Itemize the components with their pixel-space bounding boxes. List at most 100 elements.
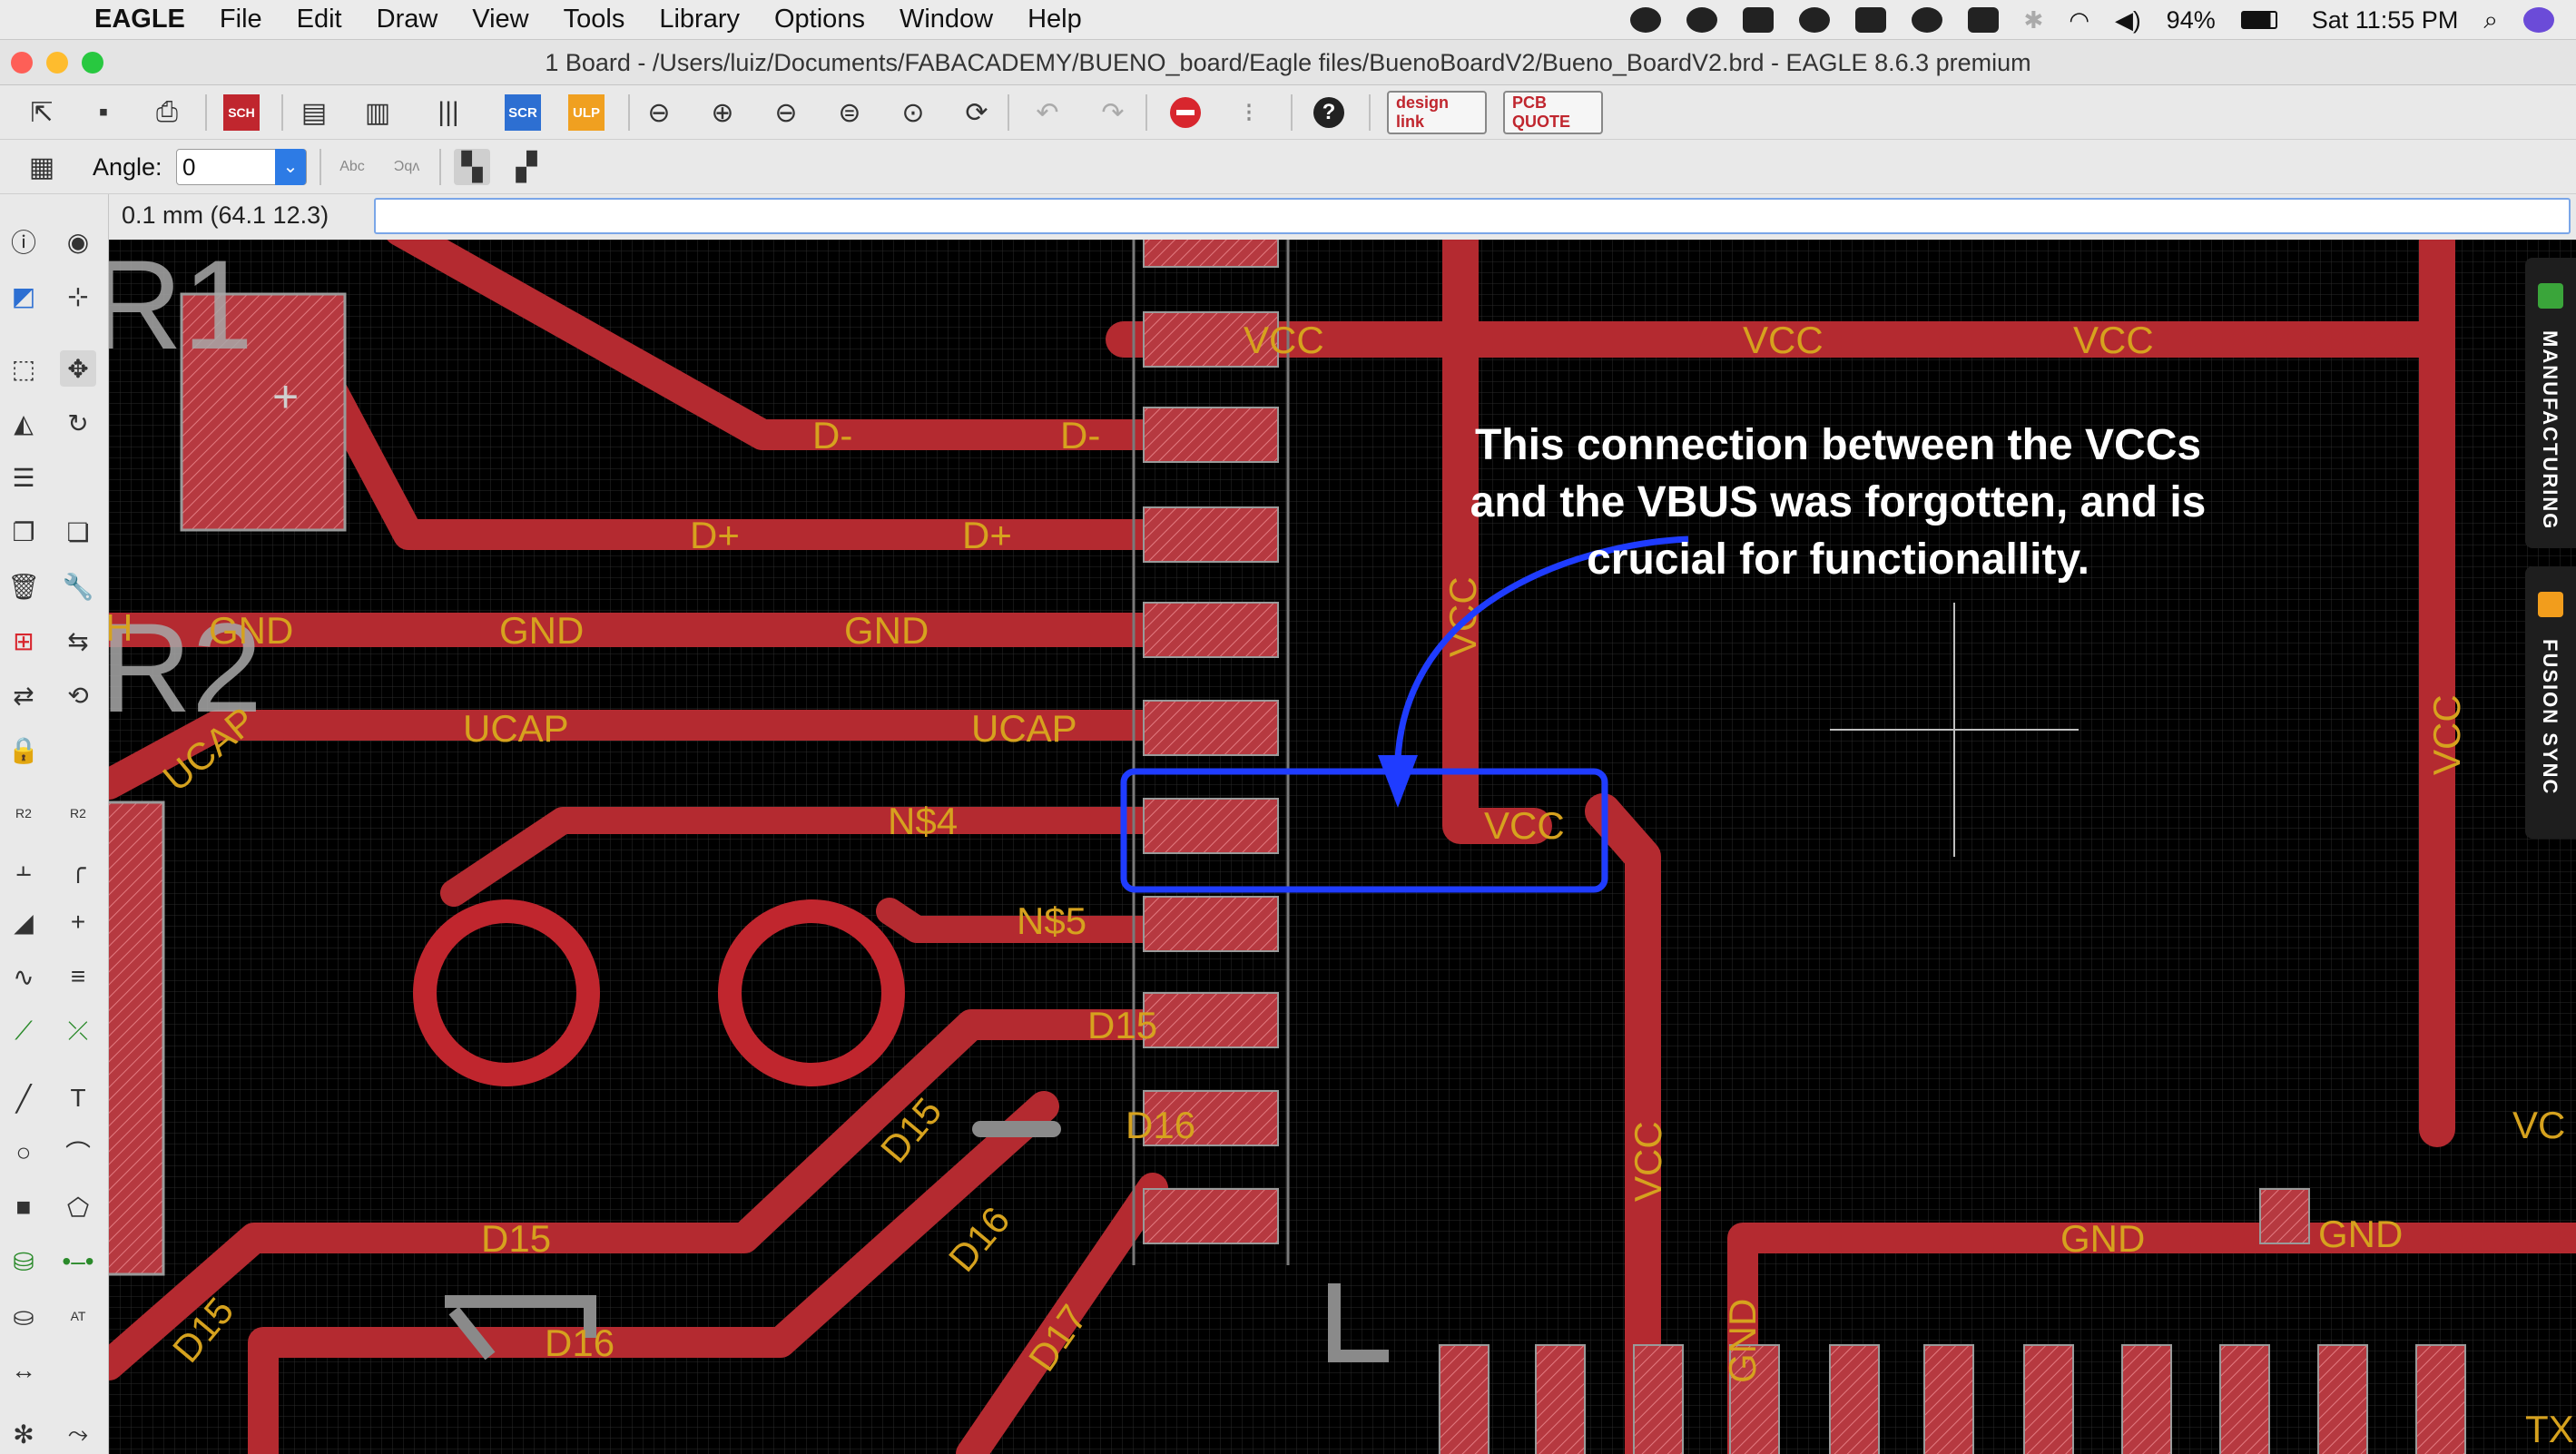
board-canvas[interactable]: R1 R2 + VCC VCC VCC D- D- D+ D+ GND GND … [109,240,2576,1454]
move-icon[interactable]: ✥ [60,350,96,387]
bottom-pad[interactable] [1633,1344,1684,1454]
ulp-icon[interactable]: ULP [568,94,605,131]
zoom-out-icon[interactable]: ⊖ [768,94,804,131]
bottom-pad[interactable] [1829,1344,1880,1454]
manufacturing-icon[interactable]: ▥ [359,94,396,131]
help-icon[interactable]: ? [1311,94,1347,131]
script-icon[interactable]: SCR [505,94,541,131]
select-icon[interactable]: ⬚ [5,350,42,387]
menu-view[interactable]: View [472,5,528,34]
route-icon[interactable]: + [60,904,96,940]
miter-icon[interactable]: ╭ [60,850,96,886]
copy-icon[interactable]: ❐ [5,514,42,550]
route-auto-icon[interactable]: ⟋ [5,1013,42,1049]
mark-icon[interactable]: ⊹ [60,278,96,314]
mirror-icon[interactable]: ◭ [5,405,42,441]
design-link-button[interactable]: design link [1387,91,1487,134]
menu-tools[interactable]: Tools [564,5,625,34]
display-layers-icon[interactable]: ◩ [5,278,42,314]
replace-icon[interactable]: ⇆ [60,623,96,659]
creative-cloud-icon[interactable] [1629,7,1661,33]
bottom-pad[interactable] [1535,1344,1586,1454]
layer-settings-icon[interactable]: ||| [430,94,467,131]
wire-icon[interactable]: ╱ [5,1080,42,1116]
ic-pad[interactable] [1143,992,1279,1048]
lock-rotate-icon[interactable]: ⟲ [60,677,96,713]
print-icon[interactable]: ⎙ [149,94,185,131]
signal-icon[interactable]: •–• [60,1243,96,1280]
text-mirror-flipped-icon[interactable]: Ɔqʌ [388,149,425,185]
menu-draw[interactable]: Draw [377,5,438,34]
grid-icon[interactable]: ▦ [24,149,60,185]
command-input[interactable] [374,198,2571,234]
screenshot-app-icon[interactable] [1967,7,1999,33]
show-icon[interactable]: ◉ [60,223,96,260]
layout-single-icon[interactable]: ▚ [454,149,490,185]
ratsnest-icon[interactable]: ✻ [5,1416,42,1452]
siri-icon[interactable] [2523,7,2554,33]
paste-icon[interactable]: ❏ [60,514,96,550]
info-icon[interactable]: ⓘ [5,223,42,260]
tab-fusion-sync[interactable]: FUSION SYNC [2525,566,2576,839]
board-drawing[interactable]: R1 R2 + VCC VCC VCC D- D- D+ D+ GND GND … [109,240,2576,1454]
ic-pad[interactable] [1143,407,1279,463]
angle-select[interactable]: 0 ⌄ [176,149,307,185]
save-icon[interactable]: ▪ [85,94,122,131]
split-icon[interactable]: ⫠ [5,850,42,886]
schematic-board-switch-icon[interactable]: SCH [223,94,260,131]
bottom-pad[interactable] [2415,1344,2466,1454]
cam-processor-icon[interactable]: ▤ [296,94,332,131]
bi-app-icon[interactable] [1742,7,1774,33]
menu-file[interactable]: File [220,5,262,34]
app-menu[interactable]: EAGLE [94,5,185,34]
battery-percentage[interactable]: 94% [2167,6,2216,34]
wifi-icon[interactable]: ◠ [2069,6,2089,34]
zoom-previous-icon[interactable]: ⊙ [895,94,931,131]
bluetooth-icon[interactable]: ✱ [2024,6,2044,34]
undo-icon[interactable]: ↶ [1029,94,1066,131]
tab-manufacturing[interactable]: MANUFACTURING [2525,258,2576,548]
ic-pad[interactable] [1143,1188,1279,1244]
ic-pad[interactable] [1143,798,1279,854]
menu-help[interactable]: Help [1027,5,1082,34]
bottom-pad[interactable] [2219,1344,2270,1454]
infinity-app-icon[interactable] [1798,7,1830,33]
bottom-pad[interactable] [2121,1344,2172,1454]
spotlight-search-icon[interactable]: ⌕ [2483,5,2498,35]
ic-pad[interactable] [1143,896,1279,952]
chevron-down-icon[interactable]: ⌄ [275,149,306,185]
add-icon[interactable]: ⊞ [5,623,42,659]
text-icon[interactable]: T [60,1080,96,1116]
redraw-icon[interactable]: ⟳ [959,94,995,131]
circle-icon[interactable]: ○ [5,1135,42,1171]
rotate-icon[interactable]: ↻ [60,405,96,441]
optimize-icon[interactable]: ◢ [5,904,42,940]
change-icon[interactable]: 🔧 [60,568,96,604]
zoom-fit-icon[interactable]: ⊖ [641,94,677,131]
lock-icon[interactable]: 🔒 [5,732,42,768]
name-icon[interactable]: R2 [5,795,42,831]
arc-icon[interactable]: ⌒ [60,1135,96,1171]
dimension-icon[interactable]: ↔ [5,1352,42,1389]
value-icon[interactable]: R2 [60,795,96,831]
bottom-pad[interactable] [1923,1344,1974,1454]
auto-router-icon[interactable]: ⤳ [60,1416,96,1452]
swap-icon[interactable]: ⇄ [5,677,42,713]
delete-icon[interactable]: 🗑 [5,568,42,604]
dropbox-icon[interactable] [1854,7,1886,33]
align-icon[interactable]: ☰ [5,459,42,496]
blocked-app-icon[interactable] [1686,7,1717,33]
polygon-icon[interactable]: ⬠ [60,1189,96,1225]
ripup-icon[interactable]: ≡ [60,958,96,995]
redo-icon[interactable]: ↷ [1095,94,1131,131]
menu-library[interactable]: Library [659,5,740,34]
bottom-pad[interactable] [1439,1344,1490,1454]
hole-icon[interactable]: ⛀ [5,1298,42,1334]
clock[interactable]: Sat 11:55 PM [2312,6,2459,34]
bottom-pad[interactable] [2023,1344,2074,1454]
ic-pad[interactable] [1143,700,1279,756]
volume-icon[interactable]: ◀) [2115,6,2141,34]
bottom-pad[interactable] [2317,1344,2368,1454]
zoom-select-icon[interactable]: ⊜ [831,94,868,131]
layout-grid-icon[interactable]: ▞ [508,149,545,185]
